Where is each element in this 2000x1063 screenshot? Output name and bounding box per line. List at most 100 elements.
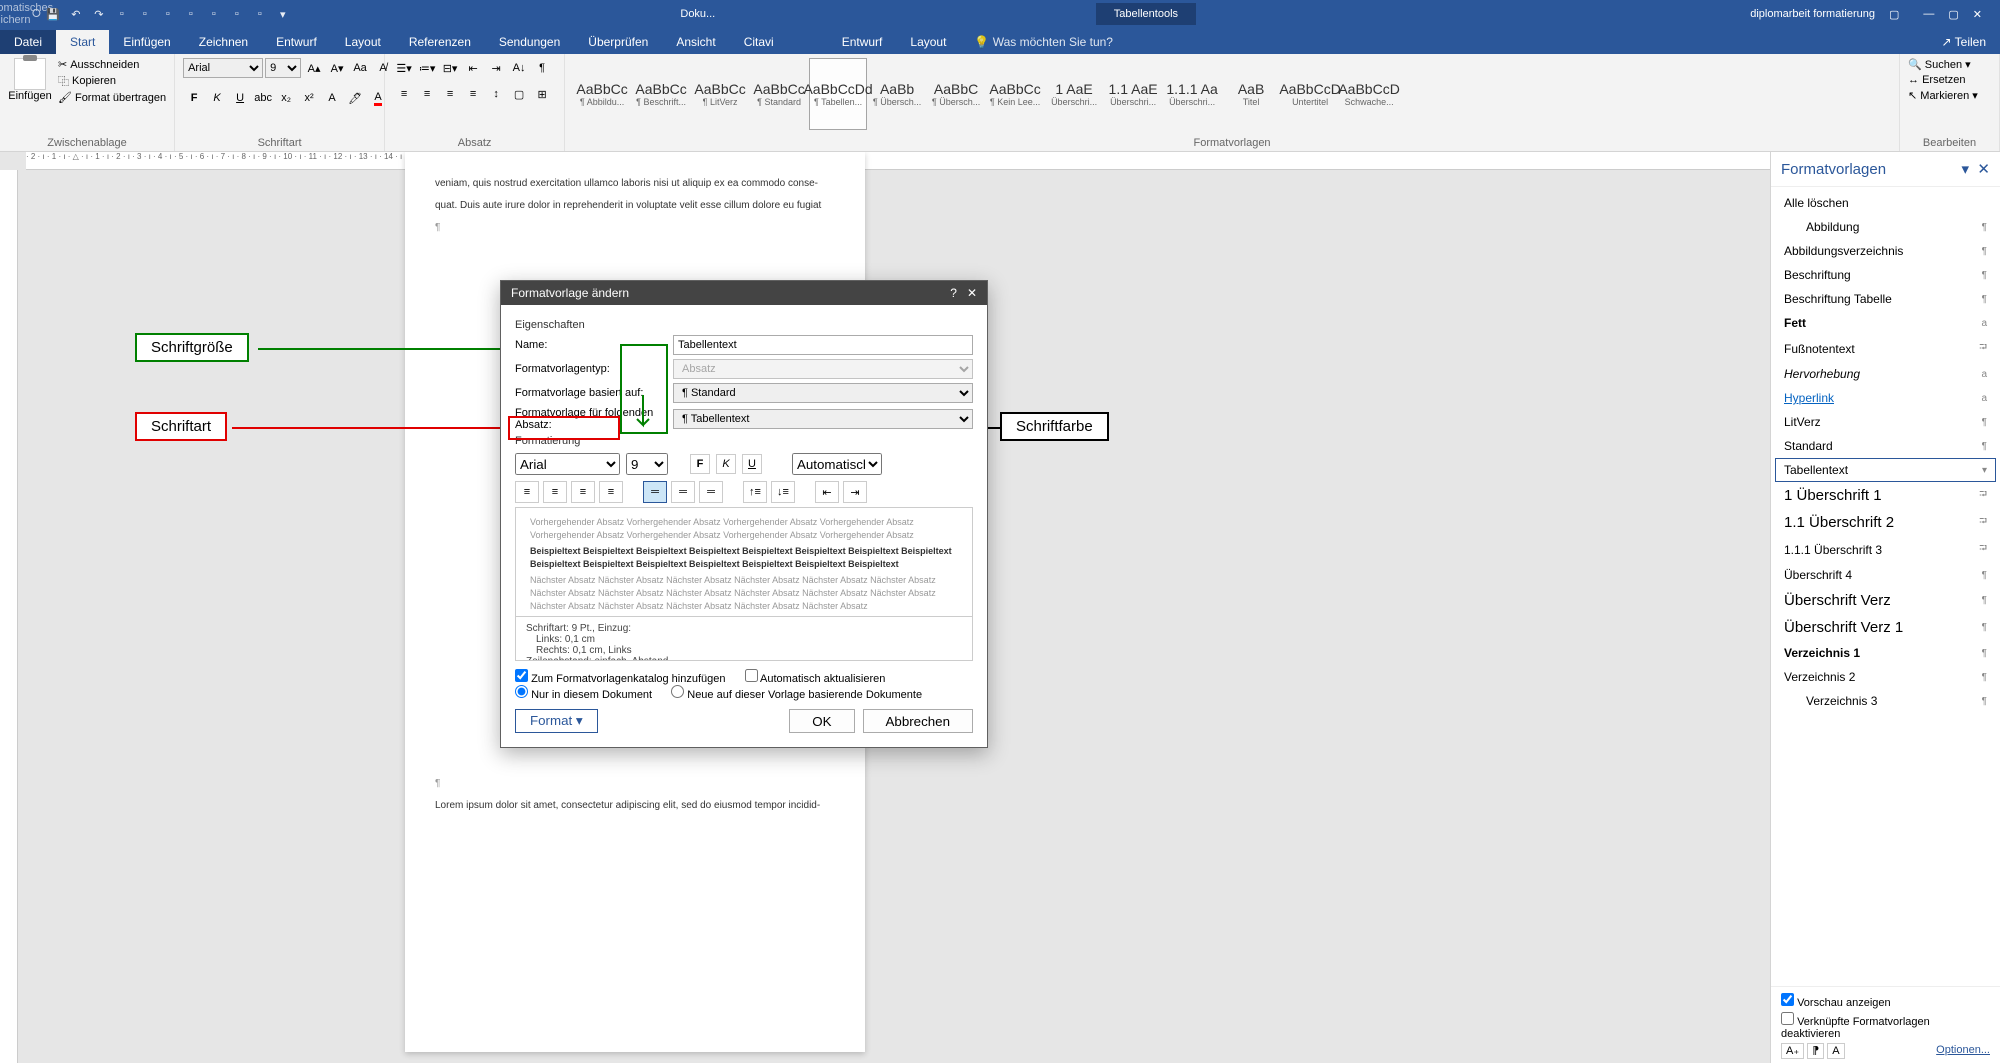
borders-icon[interactable]: ⊞ xyxy=(531,84,553,104)
pane-close-icon[interactable]: ✕ xyxy=(1977,161,1990,178)
style-list-item[interactable]: 1.1.1 Überschrift 3⮒ xyxy=(1775,536,1996,563)
copy-button[interactable]: ⿻ Kopieren xyxy=(58,73,166,89)
style-name-input[interactable] xyxy=(673,335,973,355)
cut-button[interactable]: ✂ Ausschneiden xyxy=(58,58,166,71)
style-list-item[interactable]: Hervorhebunga xyxy=(1775,362,1996,386)
style-list-item[interactable]: Verzeichnis 2¶ xyxy=(1775,665,1996,689)
style-list-item[interactable]: 1.1 Überschrift 2⮒ xyxy=(1775,509,1996,536)
maximize-icon[interactable]: ▢ xyxy=(1948,8,1958,21)
minimize-icon[interactable]: — xyxy=(1923,8,1934,21)
text-effect-icon[interactable]: A xyxy=(321,88,343,108)
style-gallery-item[interactable]: AaBbC¶ Übersch... xyxy=(927,58,985,130)
tab-draw[interactable]: Zeichnen xyxy=(185,30,262,54)
dialog-italic-icon[interactable]: K xyxy=(716,454,736,474)
dlg-align-right-icon[interactable]: ≡ xyxy=(571,481,595,503)
dlg-space-before-up-icon[interactable]: ↑≡ xyxy=(743,481,767,503)
tab-start[interactable]: Start xyxy=(56,30,109,54)
numbering-icon[interactable]: ≔▾ xyxy=(416,58,438,78)
tab-citavi[interactable]: Citavi xyxy=(730,30,788,54)
underline-icon[interactable]: U xyxy=(229,88,251,108)
superscript-icon[interactable]: x² xyxy=(298,88,320,108)
highlight-icon[interactable]: 🖊 xyxy=(344,88,366,108)
new-style-icon[interactable]: A₊ xyxy=(1781,1043,1804,1059)
style-gallery-item[interactable]: AaBbCcDUntertitel xyxy=(1281,58,1339,130)
style-list-item[interactable]: Hyperlinka xyxy=(1775,386,1996,410)
qat-icon[interactable]: ▫ xyxy=(249,3,271,25)
align-right-icon[interactable]: ≡ xyxy=(439,84,461,104)
style-list-item[interactable]: Beschriftung Tabelle¶ xyxy=(1775,287,1996,311)
style-list-item[interactable]: Beschriftung¶ xyxy=(1775,263,1996,287)
style-gallery-item[interactable]: AaBTitel xyxy=(1222,58,1280,130)
share-button[interactable]: ↗ Teilen xyxy=(1927,30,2000,54)
qat-icon[interactable]: ▫ xyxy=(180,3,202,25)
tab-review[interactable]: Überprüfen xyxy=(574,30,662,54)
qat-icon[interactable]: ▫ xyxy=(111,3,133,25)
dialog-close-icon[interactable]: ✕ xyxy=(967,286,977,300)
justify-icon[interactable]: ≡ xyxy=(462,84,484,104)
style-list-item[interactable]: Überschrift Verz 1¶ xyxy=(1775,614,1996,641)
tab-table-layout[interactable]: Layout xyxy=(896,30,960,54)
based-on-select[interactable]: ¶ Standard xyxy=(673,383,973,403)
tab-table-design[interactable]: Entwurf xyxy=(828,30,897,54)
style-type-select[interactable]: Absatz xyxy=(673,359,973,379)
italic-icon[interactable]: K xyxy=(206,88,228,108)
style-gallery-item[interactable]: AaBbCc¶ Abbildu... xyxy=(573,58,631,130)
dlg-indent-right-icon[interactable]: ⇥ xyxy=(843,481,867,503)
ok-button[interactable]: OK xyxy=(789,709,854,733)
show-preview-checkbox[interactable]: Vorschau anzeigen xyxy=(1781,993,1990,1009)
style-gallery-item[interactable]: AaBbCcDSchwache... xyxy=(1340,58,1398,130)
style-list-item[interactable]: Abbildung¶ xyxy=(1775,215,1996,239)
style-list-item[interactable]: Überschrift Verz¶ xyxy=(1775,587,1996,614)
change-case-icon[interactable]: Aa xyxy=(349,58,371,78)
grow-font-icon[interactable]: A▴ xyxy=(303,58,325,78)
qat-icon[interactable]: ▫ xyxy=(134,3,156,25)
dialog-color-select[interactable]: Automatisch xyxy=(792,453,882,475)
tab-view[interactable]: Ansicht xyxy=(662,30,729,54)
style-gallery-item[interactable]: AaBbCc¶ Standard xyxy=(750,58,808,130)
style-list-item[interactable]: Fetta xyxy=(1775,311,1996,335)
save-icon[interactable]: 💾 xyxy=(42,3,64,25)
subscript-icon[interactable]: x₂ xyxy=(275,88,297,108)
replace-button[interactable]: ↔ Ersetzen xyxy=(1908,74,1978,86)
new-docs-radio[interactable]: Neue auf dieser Vorlage basierende Dokum… xyxy=(671,689,922,701)
dlg-align-left-icon[interactable]: ≡ xyxy=(515,481,539,503)
format-painter-button[interactable]: 🖌 Format übertragen xyxy=(58,91,166,104)
pane-options-icon[interactable]: ▾ xyxy=(1962,161,1970,178)
dlg-spacing1-icon[interactable]: ═ xyxy=(643,481,667,503)
tab-file[interactable]: Datei xyxy=(0,30,56,54)
qat-more-icon[interactable]: ▾ xyxy=(272,3,294,25)
ribbon-display-icon[interactable]: ▢ xyxy=(1889,8,1899,21)
tab-layout[interactable]: Layout xyxy=(331,30,395,54)
tab-design[interactable]: Entwurf xyxy=(262,30,331,54)
style-list-item[interactable]: Überschrift 4¶ xyxy=(1775,563,1996,587)
dialog-size-select[interactable]: 9 xyxy=(626,453,668,475)
auto-update-checkbox[interactable]: Automatisch aktualisieren xyxy=(745,673,886,685)
add-to-gallery-checkbox[interactable]: Zum Formatvorlagenkatalog hinzufügen xyxy=(515,673,726,685)
style-list-item[interactable]: Tabellentext▾ xyxy=(1775,458,1996,482)
style-gallery-item[interactable]: AaBb¶ Übersch... xyxy=(868,58,926,130)
style-inspector-icon[interactable]: ⁋ xyxy=(1807,1043,1824,1059)
align-left-icon[interactable]: ≡ xyxy=(393,84,415,104)
options-link[interactable]: Optionen... xyxy=(1936,1044,1990,1057)
styles-gallery[interactable]: AaBbCc¶ Abbildu...AaBbCc¶ Beschrift... Aa… xyxy=(573,58,1891,130)
dlg-justify-icon[interactable]: ≡ xyxy=(599,481,623,503)
outdent-icon[interactable]: ⇤ xyxy=(462,58,484,78)
qat-icon[interactable]: ▫ xyxy=(226,3,248,25)
find-button[interactable]: 🔍 Suchen ▾ xyxy=(1908,58,1978,71)
format-dropdown-button[interactable]: Format ▾ xyxy=(515,709,598,733)
bullets-icon[interactable]: ☰▾ xyxy=(393,58,415,78)
clear-all-button[interactable]: Alle löschen xyxy=(1775,191,1996,215)
shading-icon[interactable]: ▢ xyxy=(508,84,530,104)
dlg-indent-left-icon[interactable]: ⇤ xyxy=(815,481,839,503)
tab-references[interactable]: Referenzen xyxy=(395,30,485,54)
style-gallery-item[interactable]: AaBbCc¶ Beschrift... xyxy=(632,58,690,130)
dlg-space-before-dn-icon[interactable]: ↓≡ xyxy=(771,481,795,503)
help-icon[interactable]: ? xyxy=(950,286,957,300)
manage-styles-icon[interactable]: A xyxy=(1827,1043,1844,1059)
only-document-radio[interactable]: Nur in diesem Dokument xyxy=(515,689,652,701)
tell-me[interactable]: 💡 Was möchten Sie tun? xyxy=(960,30,1127,54)
dlg-spacing2-icon[interactable]: ═ xyxy=(699,481,723,503)
qat-icon[interactable]: ▫ xyxy=(157,3,179,25)
align-center-icon[interactable]: ≡ xyxy=(416,84,438,104)
style-gallery-item[interactable]: AaBbCcDd¶ Tabellen... xyxy=(809,58,867,130)
